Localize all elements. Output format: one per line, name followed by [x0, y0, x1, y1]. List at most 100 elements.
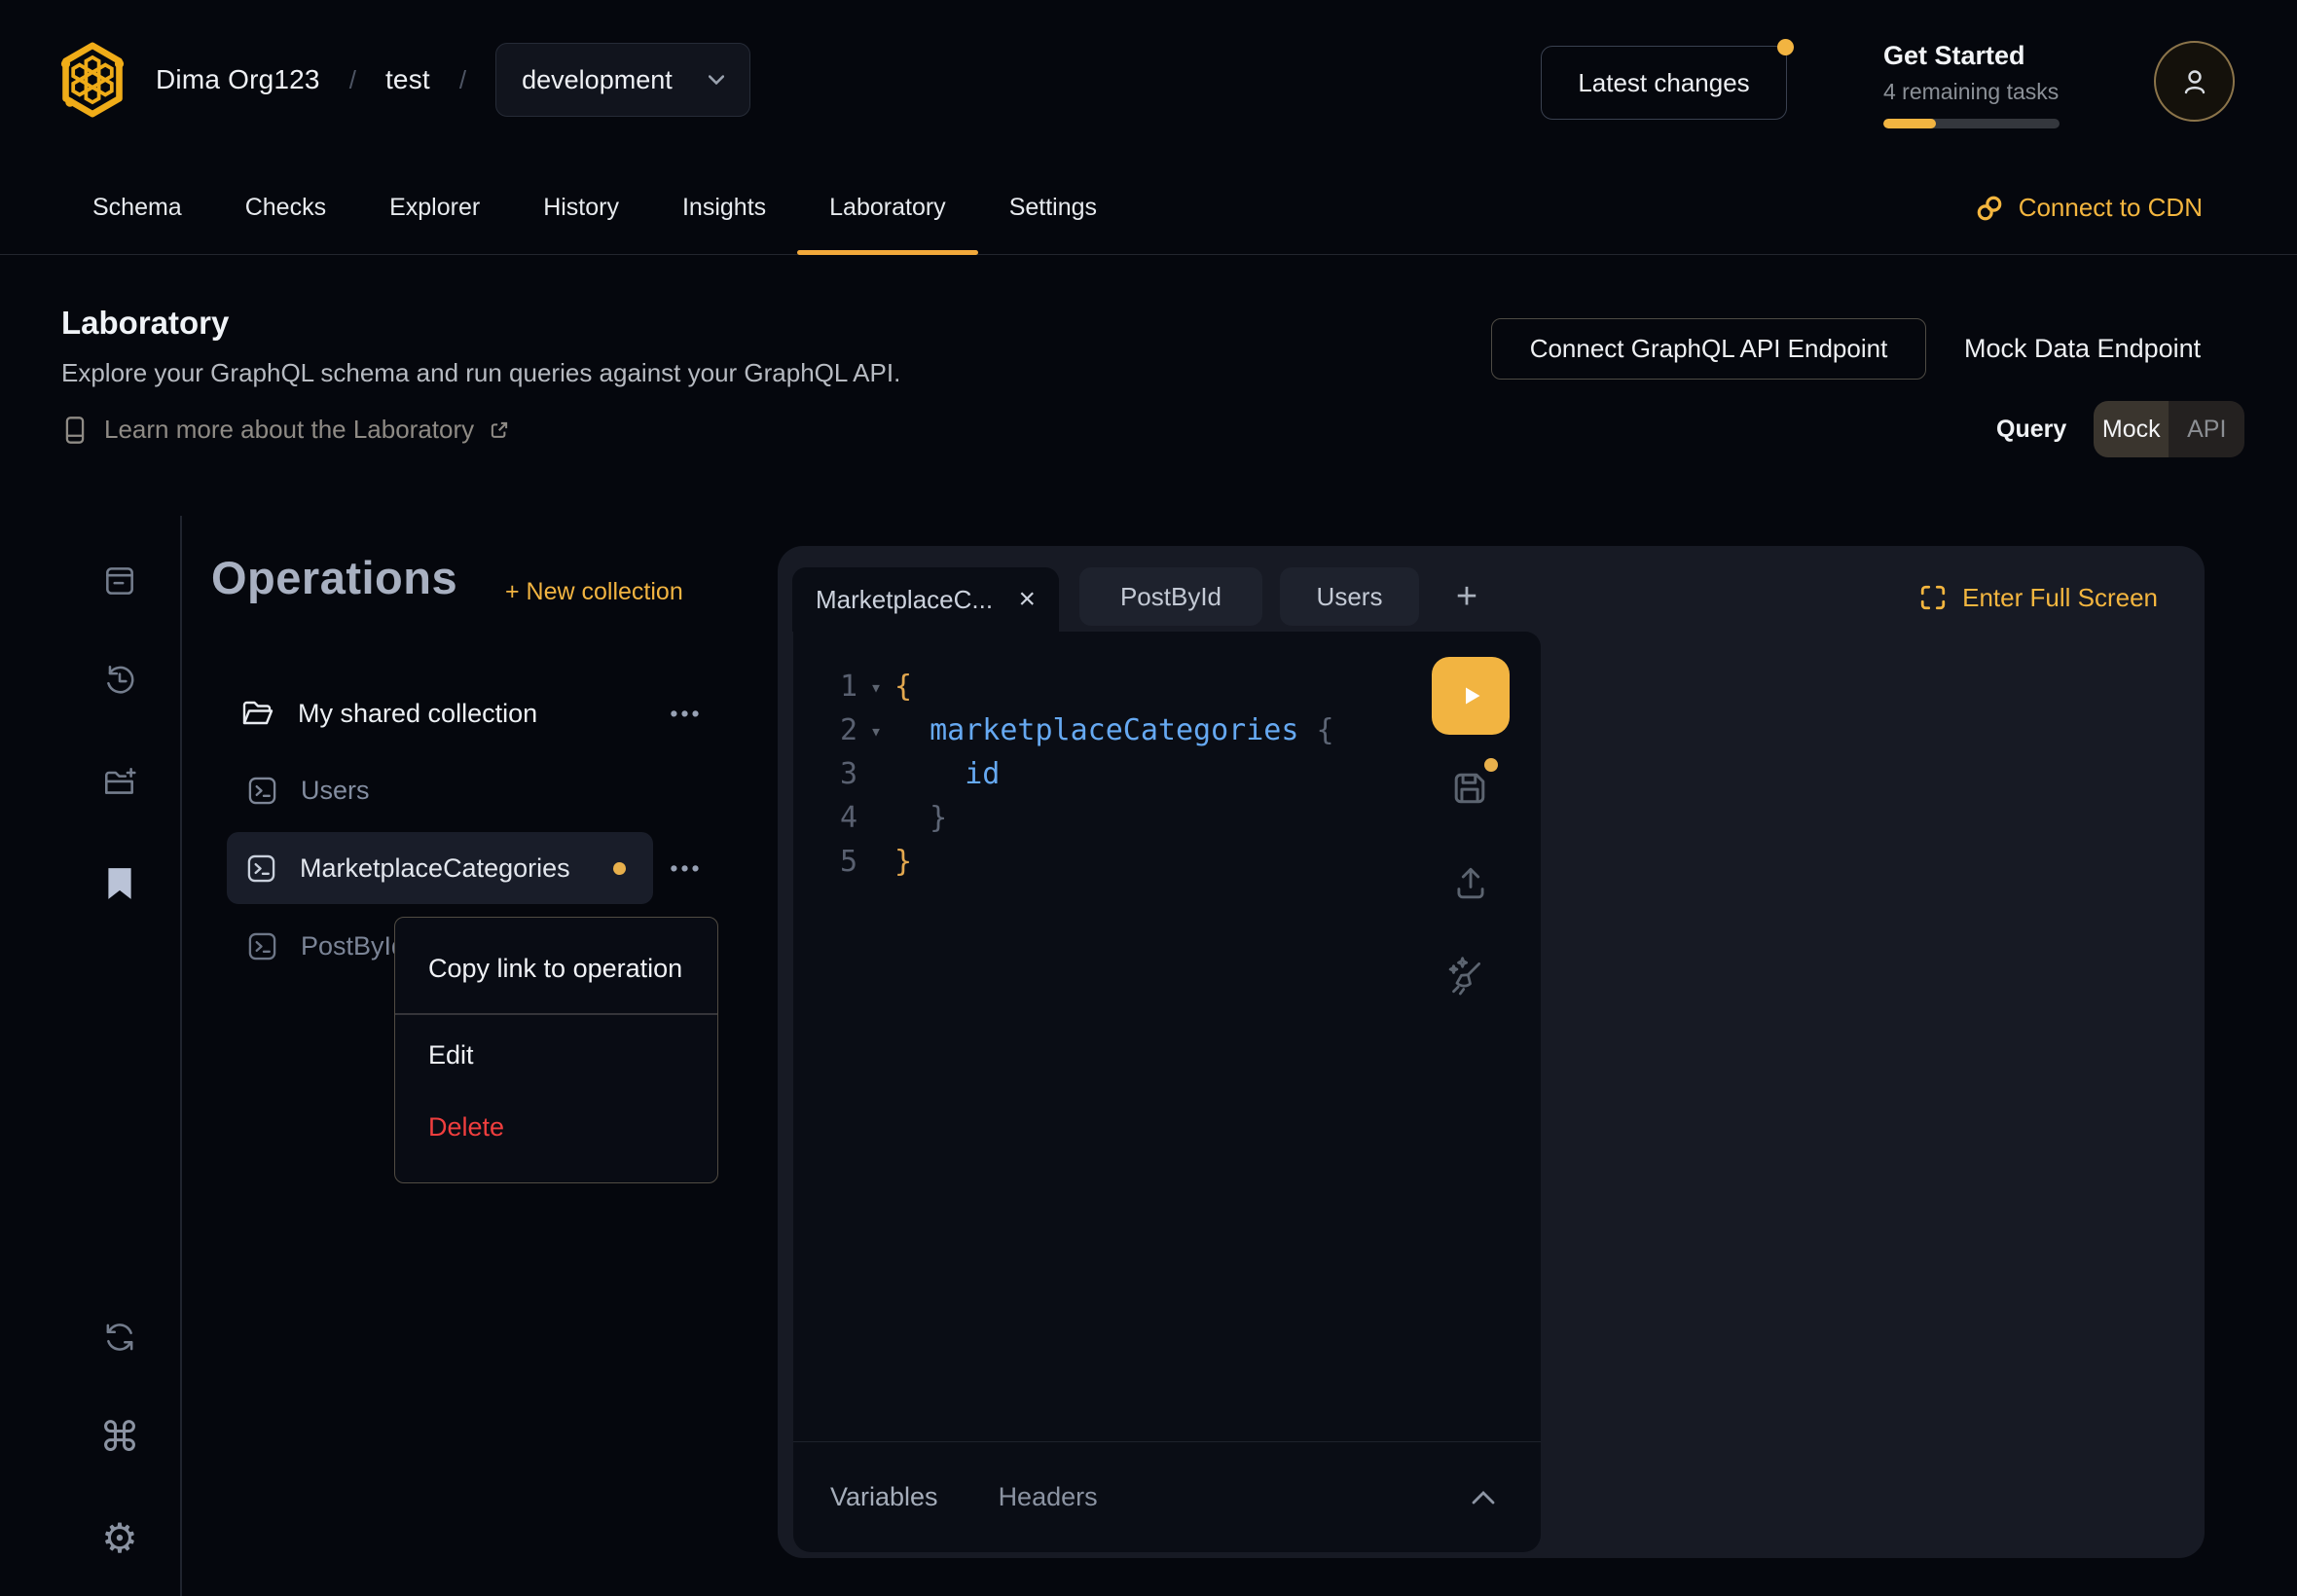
- operation-row-users[interactable]: Users: [247, 765, 370, 816]
- tab-schema[interactable]: Schema: [92, 162, 182, 254]
- tab-laboratory[interactable]: Laboratory: [829, 162, 946, 254]
- fullscreen-icon: [1919, 584, 1947, 611]
- breadcrumb-separator: /: [459, 65, 466, 95]
- add-tab-button[interactable]: +: [1436, 567, 1498, 626]
- editor-bottom-bar: Variables Headers: [793, 1441, 1541, 1552]
- fold-arrow-icon[interactable]: ▾: [857, 719, 894, 743]
- operation-row-postbyid[interactable]: PostById: [247, 921, 406, 971]
- operation-icon: [246, 853, 276, 884]
- menu-item-edit[interactable]: Edit: [395, 1015, 717, 1097]
- editor-tab-users[interactable]: Users: [1280, 567, 1419, 626]
- save-icon: [1447, 766, 1492, 811]
- latest-changes-button[interactable]: Latest changes: [1541, 46, 1787, 120]
- query-mode-toggle: Mock API: [2094, 401, 2244, 457]
- breadcrumb-org[interactable]: Dima Org123: [156, 64, 320, 95]
- operation-row-marketplacecategories[interactable]: MarketplaceCategories: [227, 832, 653, 904]
- chevron-up-icon: [1471, 1490, 1496, 1505]
- person-icon: [2177, 64, 2212, 99]
- sidebar-divider: [180, 516, 182, 1596]
- query-editor[interactable]: 1 ▾ { 2 ▾ marketplaceCategories { 3: [793, 632, 1541, 1552]
- sidebar-item-new-collection[interactable]: [98, 761, 141, 804]
- unsaved-changes-dot: [613, 862, 626, 875]
- collapse-panel-button[interactable]: [1471, 1490, 1496, 1505]
- tab-insights[interactable]: Insights: [682, 162, 766, 254]
- menu-item-delete[interactable]: Delete: [395, 1097, 717, 1159]
- connect-graphql-endpoint-button[interactable]: Connect GraphQL API Endpoint: [1491, 318, 1926, 380]
- collection-more-button[interactable]: •••: [665, 688, 708, 739]
- share-operation-button[interactable]: [1449, 861, 1492, 904]
- variant-selector[interactable]: development: [495, 43, 750, 117]
- tab-variables[interactable]: Variables: [830, 1482, 938, 1512]
- get-started-progress-fill: [1883, 119, 1936, 128]
- toggle-option-mock[interactable]: Mock: [2094, 401, 2169, 457]
- tab-checks[interactable]: Checks: [245, 162, 326, 254]
- collection-folder-row[interactable]: My shared collection: [241, 688, 537, 739]
- learn-more-link[interactable]: Learn more about the Laboratory: [61, 415, 509, 445]
- sidebar-item-history[interactable]: [98, 659, 141, 702]
- app-root: Dima Org123 / test / development Latest …: [0, 0, 2297, 1596]
- page-title: Laboratory: [61, 305, 229, 342]
- toggle-option-api[interactable]: API: [2169, 401, 2244, 457]
- operation-name: Users: [301, 776, 370, 806]
- sidebar-item-shortcuts[interactable]: ⌘: [98, 1416, 141, 1459]
- user-avatar[interactable]: [2154, 41, 2235, 122]
- sync-icon: [101, 1319, 138, 1356]
- tab-headers[interactable]: Headers: [999, 1482, 1098, 1512]
- tab-settings[interactable]: Settings: [1009, 162, 1097, 254]
- get-started-title: Get Started: [1883, 41, 2078, 71]
- operations-title: Operations: [211, 551, 457, 604]
- menu-item-copy-link[interactable]: Copy link to operation: [395, 924, 717, 1013]
- bookmark-icon: [103, 865, 136, 902]
- run-query-button[interactable]: [1432, 657, 1510, 735]
- broom-sparkles-icon: [1441, 953, 1490, 1001]
- get-started-progressbar: [1883, 119, 2060, 128]
- hive-logo: [60, 39, 125, 121]
- connect-to-cdn-link[interactable]: Connect to CDN: [1975, 162, 2203, 254]
- latest-changes-label: Latest changes: [1578, 68, 1749, 98]
- breadcrumb-graph[interactable]: test: [385, 64, 430, 95]
- collection-name: My shared collection: [298, 699, 537, 729]
- book-icon: [61, 416, 89, 445]
- mock-data-endpoint-button[interactable]: Mock Data Endpoint: [1964, 318, 2201, 380]
- code-area[interactable]: 1 ▾ { 2 ▾ marketplaceCategories { 3: [793, 665, 1424, 884]
- code-line: 4 }: [793, 796, 1424, 840]
- tab-explorer[interactable]: Explorer: [389, 162, 480, 254]
- variant-selector-value: development: [522, 65, 673, 95]
- query-mode-row: Query Mock API: [1996, 401, 2244, 457]
- fold-arrow-icon[interactable]: ▾: [857, 675, 894, 699]
- laboratory-editor-card: MarketplaceC... × PostById Users + Enter…: [778, 546, 2205, 1558]
- editor-tab-postbyid[interactable]: PostById: [1079, 567, 1262, 626]
- editor-tab-marketplacecategories[interactable]: MarketplaceC... ×: [792, 567, 1059, 632]
- tab-history[interactable]: History: [543, 162, 619, 254]
- notification-dot: [1777, 39, 1794, 55]
- close-tab-icon[interactable]: ×: [1018, 583, 1036, 616]
- history-icon: [101, 662, 138, 699]
- sidebar-item-refresh-schema[interactable]: [98, 1316, 141, 1359]
- prettify-button[interactable]: [1441, 953, 1490, 1001]
- sidebar-item-operation-collections[interactable]: [98, 862, 141, 905]
- save-operation-button[interactable]: [1447, 766, 1492, 811]
- nav-tabs: Schema Checks Explorer History Insights …: [92, 162, 1097, 254]
- folder-open-icon: [241, 698, 274, 729]
- operation-name: PostById: [301, 931, 406, 961]
- get-started-widget[interactable]: Get Started 4 remaining tasks: [1883, 41, 2078, 128]
- breadcrumb-separator: /: [349, 65, 356, 95]
- archive-icon: [101, 562, 138, 599]
- play-icon: [1453, 678, 1488, 713]
- code-line: 5 }: [793, 840, 1424, 884]
- operation-icon: [247, 931, 277, 961]
- enter-fullscreen-button[interactable]: Enter Full Screen: [1919, 573, 2158, 622]
- external-link-icon: [490, 420, 509, 440]
- folder-plus-icon: [101, 764, 138, 801]
- chevron-down-icon: [709, 75, 724, 85]
- sidebar-item-settings[interactable]: ⚙: [98, 1517, 141, 1560]
- page-description: Explore your GraphQL schema and run quer…: [61, 358, 900, 388]
- unsaved-changes-dot: [1484, 758, 1498, 772]
- query-label: Query: [1996, 416, 2066, 444]
- operation-icon: [247, 776, 277, 806]
- new-collection-button[interactable]: + New collection: [505, 578, 683, 606]
- operation-more-button[interactable]: •••: [665, 843, 708, 893]
- operation-name: MarketplaceCategories: [300, 853, 570, 884]
- upload-icon: [1449, 861, 1492, 904]
- sidebar-item-schema-docs[interactable]: [98, 560, 141, 602]
